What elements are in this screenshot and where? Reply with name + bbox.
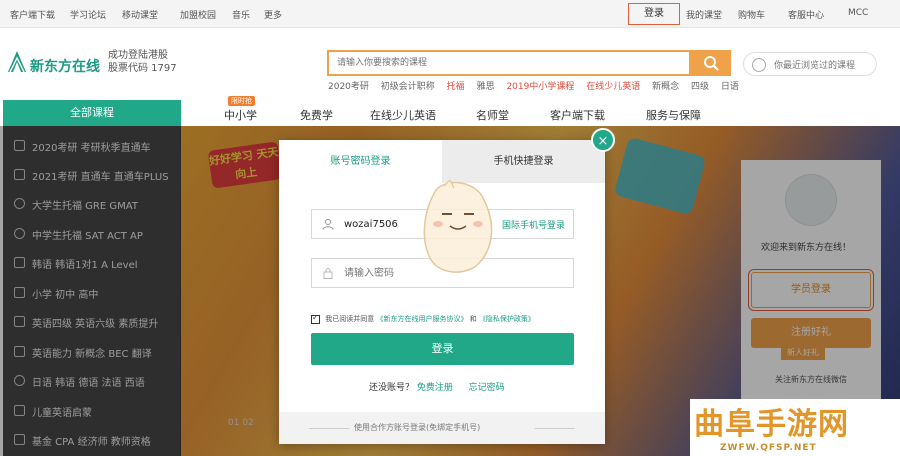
recent-history-button[interactable]: 你最近浏览过的课程 — [743, 52, 877, 76]
topbar-link-service[interactable]: 客服中心 — [788, 8, 824, 21]
nav-tab-teachers[interactable]: 名师堂 — [476, 107, 509, 123]
topbar-link-my-class[interactable]: 我的课堂 — [686, 8, 722, 21]
slogan-line-2: 股票代码 1797 — [108, 63, 177, 74]
close-icon[interactable]: × — [591, 128, 615, 152]
tab-phone-login[interactable]: 手机快捷登录 — [442, 140, 605, 183]
topbar-link-music[interactable]: 音乐 — [232, 8, 250, 21]
search-icon — [704, 56, 719, 71]
divider — [309, 428, 349, 429]
login-submit-button[interactable]: 登录 — [311, 333, 574, 365]
topbar-link-cart[interactable]: 购物车 — [738, 8, 765, 21]
lock-icon — [323, 268, 333, 279]
forgot-password-link[interactable]: 忘记密码 — [469, 383, 505, 393]
topbar-link-mcc[interactable]: MCC — [848, 8, 868, 18]
intl-phone-login-link[interactable]: 国际手机号登录 — [502, 218, 565, 231]
watermark-title: 曲阜手游网 — [694, 407, 849, 442]
partner-login-footer: 使用合作方账号登录(免绑定手机号) — [279, 412, 605, 444]
nav-badge: 限时抢 — [228, 96, 255, 106]
search-box — [327, 50, 691, 76]
site-watermark: 曲阜手游网 ZWFW.QFSP.NET — [690, 399, 900, 456]
topbar-link-mobile[interactable]: 移动课堂 — [122, 8, 158, 21]
agree-and-text: 和 — [469, 315, 477, 323]
search-button[interactable] — [691, 50, 731, 76]
main-nav: 全部课程 限时抢 中小学 免费学 在线少儿英语 名师堂 客户端下载 服务与保障 — [0, 90, 900, 126]
topbar-link-forum[interactable]: 学习论坛 — [70, 8, 106, 21]
divider — [535, 428, 575, 429]
topbar-link-campus[interactable]: 加盟校园 — [180, 8, 216, 21]
site-logo[interactable]: 新东方在线 — [6, 42, 102, 82]
stock-slogan: 成功登陆港股 股票代码 1797 — [108, 49, 177, 75]
agree-text: 我已阅读并同意 — [325, 315, 375, 323]
topbar-link-more[interactable]: 更多 — [264, 8, 282, 21]
top-bar: 客户端下载 学习论坛 移动课堂 加盟校园 音乐 更多 登录 我的课堂 购物车 客… — [0, 0, 900, 28]
mascot-icon — [423, 180, 493, 273]
logo-mark-icon — [8, 51, 26, 73]
recent-history-label: 你最近浏览过的课程 — [774, 61, 856, 71]
nav-tab-free[interactable]: 免费学 — [300, 107, 333, 123]
agreement-row: 我已阅读并同意 《新东方在线用户服务协议》 和 《隐私保护政策》 — [311, 313, 535, 324]
no-account-text: 还没账号？ — [369, 383, 415, 393]
logo-text: 新东方在线 — [30, 58, 100, 74]
topbar-link-client[interactable]: 客户端下载 — [10, 8, 55, 21]
tab-account-login[interactable]: 账号密码登录 — [279, 140, 442, 183]
nav-tab-service[interactable]: 服务与保障 — [646, 107, 701, 123]
terms-link[interactable]: 《新东方在线用户服务协议》 — [376, 315, 467, 323]
watermark-url: ZWFW.QFSP.NET — [720, 443, 817, 453]
search-input[interactable] — [329, 52, 689, 74]
agree-checkbox[interactable] — [311, 313, 320, 324]
nav-tab-client-download[interactable]: 客户端下载 — [550, 107, 605, 123]
topbar-login-button[interactable]: 登录 — [628, 3, 680, 25]
clock-icon — [752, 58, 766, 72]
partner-login-link[interactable]: 使用合作方账号登录(免绑定手机号) — [354, 422, 480, 433]
slogan-line-1: 成功登陆港股 — [108, 50, 168, 61]
nav-tab-kids-english[interactable]: 在线少儿英语 — [370, 107, 436, 123]
free-register-link[interactable]: 免费注册 — [417, 383, 453, 393]
user-icon — [322, 219, 334, 230]
all-courses-button[interactable]: 全部课程 — [3, 100, 181, 126]
header: 新东方在线 成功登陆港股 股票代码 1797 2020考研 初级会计职称 托福 … — [0, 28, 900, 92]
privacy-link[interactable]: 《隐私保护政策》 — [479, 315, 535, 323]
register-links: 还没账号？ 免费注册 忘记密码 — [369, 380, 505, 393]
nav-tab-k12[interactable]: 中小学 — [224, 107, 257, 123]
login-tabs: 账号密码登录 手机快捷登录 — [279, 140, 605, 183]
